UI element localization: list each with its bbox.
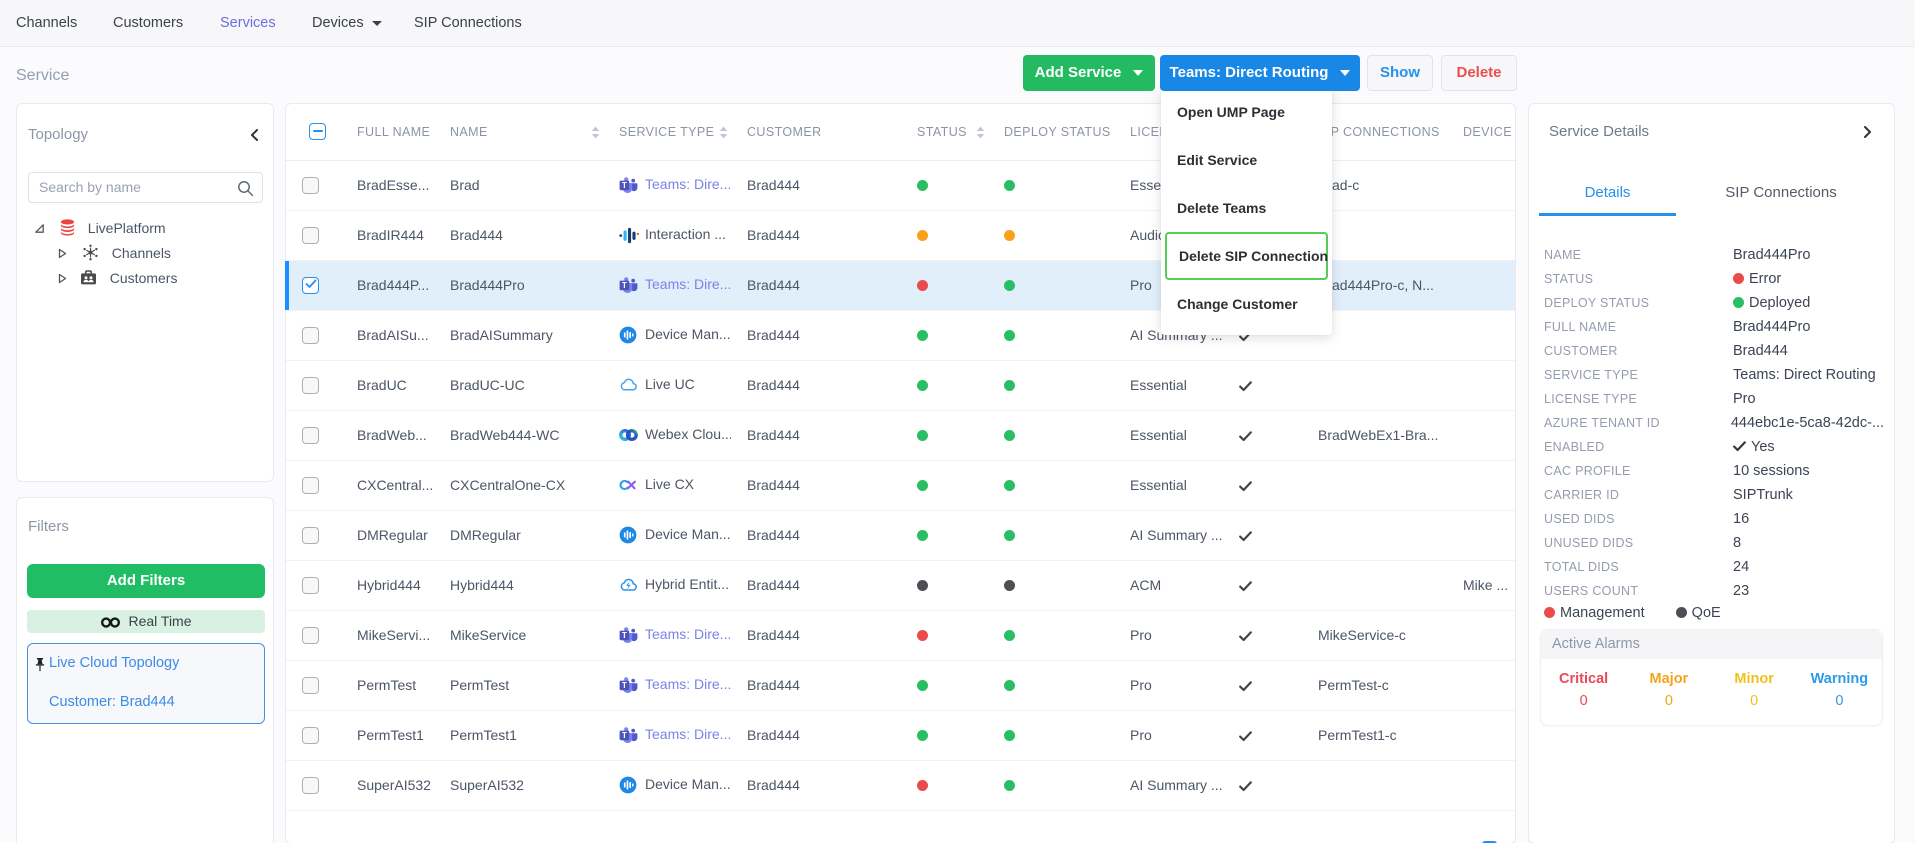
- svg-text:T: T: [622, 630, 627, 640]
- svg-text:T: T: [622, 180, 627, 190]
- svg-text:T: T: [622, 280, 627, 290]
- svg-text:T: T: [622, 680, 627, 690]
- svg-text:T: T: [622, 730, 627, 740]
